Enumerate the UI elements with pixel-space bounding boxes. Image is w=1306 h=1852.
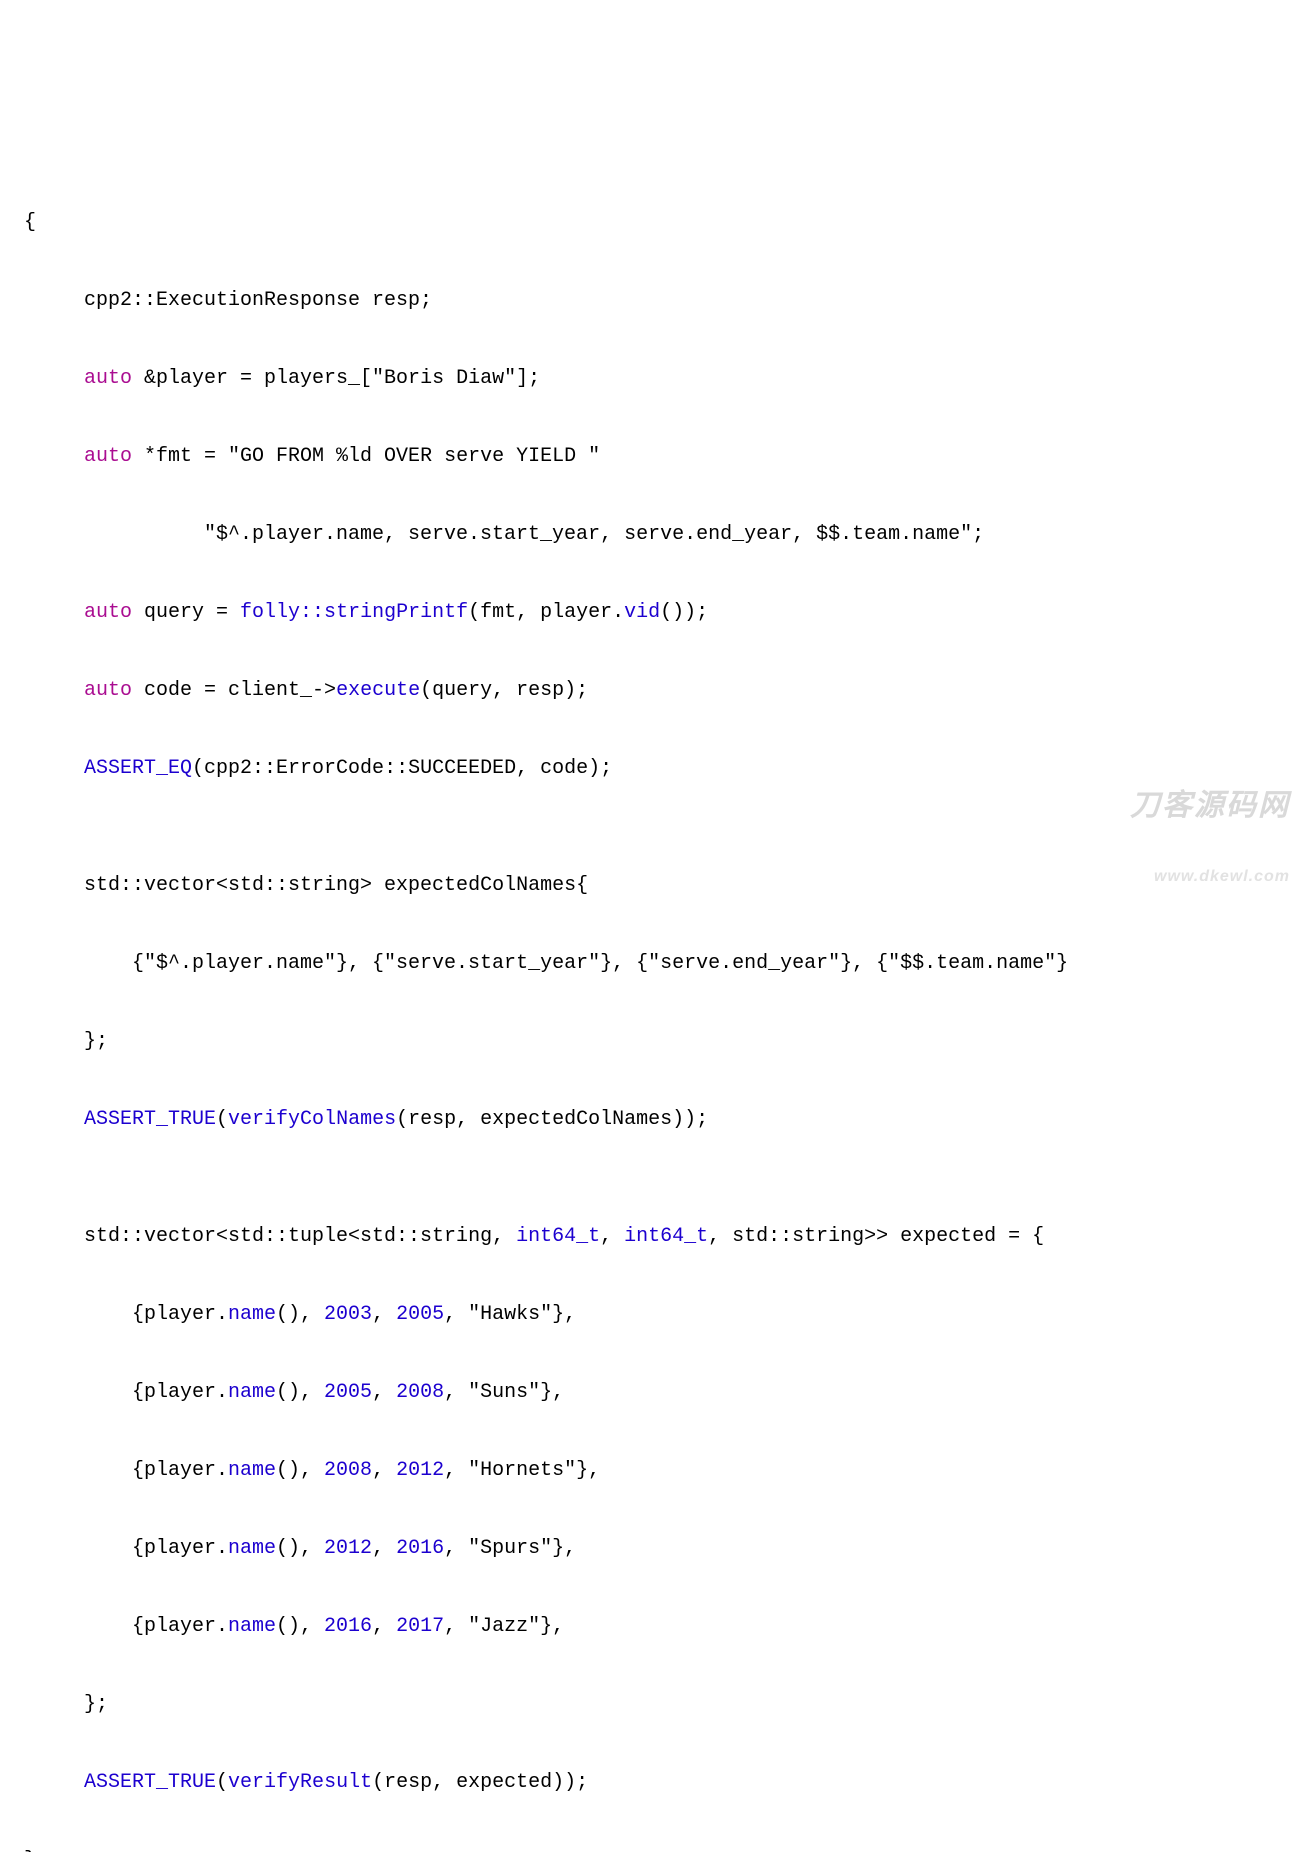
code-line: {player.name(), 2008, 2012, "Hornets"}, (24, 1451, 1302, 1490)
function-call: folly::stringPrintf (240, 601, 468, 624)
code-line: {player.name(), 2016, 2017, "Jazz"}, (24, 1607, 1302, 1646)
number-literal: 2008 (324, 1459, 372, 1482)
number-literal: 2016 (324, 1615, 372, 1638)
function-call: ASSERT_TRUE (84, 1108, 216, 1131)
function-call: name (228, 1459, 276, 1482)
code-line: auto *fmt = "GO FROM %ld OVER serve YIEL… (24, 437, 1302, 476)
number-literal: 2017 (396, 1615, 444, 1638)
number-literal: 2005 (324, 1381, 372, 1404)
code-line: { (24, 203, 1302, 242)
code-line: auto query = folly::stringPrintf(fmt, pl… (24, 593, 1302, 632)
code-line: std::vector<std::tuple<std::string, int6… (24, 1217, 1302, 1256)
type-name: int64_t (516, 1225, 600, 1248)
code-line: ASSERT_TRUE(verifyResult(resp, expected)… (24, 1763, 1302, 1802)
number-literal: 2003 (324, 1303, 372, 1326)
code-block: { cpp2::ExecutionResponse resp; auto &pl… (4, 164, 1302, 1852)
function-call: execute (336, 679, 420, 702)
function-call: name (228, 1303, 276, 1326)
number-literal: 2016 (396, 1537, 444, 1560)
code-line: auto &player = players_["Boris Diaw"]; (24, 359, 1302, 398)
type-name: int64_t (624, 1225, 708, 1248)
code-line: {player.name(), 2003, 2005, "Hawks"}, (24, 1295, 1302, 1334)
number-literal: 2012 (396, 1459, 444, 1482)
number-literal: 2005 (396, 1303, 444, 1326)
function-call: ASSERT_TRUE (84, 1771, 216, 1794)
code-line: auto code = client_->execute(query, resp… (24, 671, 1302, 710)
number-literal: 2012 (324, 1537, 372, 1560)
code-line: }; (24, 1685, 1302, 1724)
keyword: auto (84, 445, 132, 468)
keyword: auto (84, 679, 132, 702)
code-line: ASSERT_TRUE(verifyColNames(resp, expecte… (24, 1100, 1302, 1139)
function-call: verifyColNames (228, 1108, 396, 1131)
function-call: vid (624, 601, 660, 624)
code-line: cpp2::ExecutionResponse resp; (24, 281, 1302, 320)
code-line: std::vector<std::string> expectedColName… (24, 866, 1302, 905)
code-line: }; (24, 1022, 1302, 1061)
code-line: {"$^.player.name"}, {"serve.start_year"}… (24, 944, 1302, 983)
code-line: {player.name(), 2012, 2016, "Spurs"}, (24, 1529, 1302, 1568)
code-line: ASSERT_EQ(cpp2::ErrorCode::SUCCEEDED, co… (24, 749, 1302, 788)
code-line: } (24, 1841, 1302, 1852)
function-call: verifyResult (228, 1771, 372, 1794)
function-call: name (228, 1537, 276, 1560)
keyword: auto (84, 601, 132, 624)
code-line: "$^.player.name, serve.start_year, serve… (24, 515, 1302, 554)
function-call: name (228, 1615, 276, 1638)
keyword: auto (84, 367, 132, 390)
function-call: ASSERT_EQ (84, 757, 192, 780)
function-call: name (228, 1381, 276, 1404)
number-literal: 2008 (396, 1381, 444, 1404)
code-line: {player.name(), 2005, 2008, "Suns"}, (24, 1373, 1302, 1412)
